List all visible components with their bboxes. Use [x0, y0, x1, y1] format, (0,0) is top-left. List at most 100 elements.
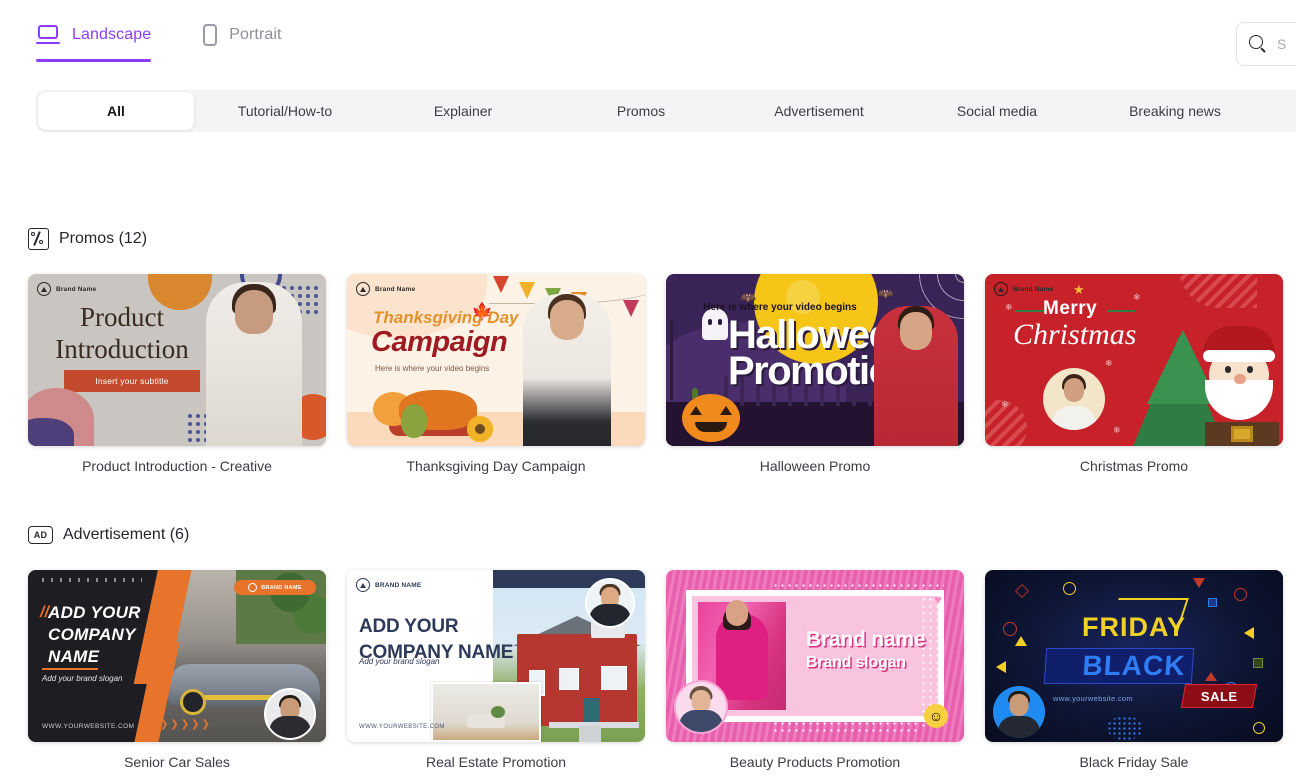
section-title-promos: Promos (12) [59, 230, 148, 247]
template-thumbnail[interactable]: Thanksgiving Day 🍁 Campaign Here is wher… [347, 274, 645, 446]
presenter-figure [523, 294, 611, 446]
thumb-title: Brand name [806, 628, 926, 651]
category-tab-explainer-label: Explainer [433, 103, 493, 119]
decor-shape [1208, 598, 1217, 607]
snowflake-icon: ❄ [1001, 399, 1009, 409]
thumb-website: WWW.YOURWEBSITE.COM [42, 723, 135, 730]
brand-badge: BRAND NAME [356, 578, 421, 592]
decor-stripes [1179, 274, 1257, 308]
brand-label: Brand Name [375, 285, 416, 293]
orientation-tab-bar: Landscape Portrait [0, 0, 1296, 70]
ad-icon: AD [28, 526, 53, 544]
decor-shape [1234, 588, 1247, 601]
thumb-subtitle: Here is where your video begins [375, 364, 490, 373]
search-placeholder: S [1277, 36, 1287, 52]
template-caption: Beauty Products Promotion [729, 754, 901, 770]
section-header-promos: Promos (12) [28, 228, 147, 250]
template-caption: Christmas Promo [1079, 458, 1189, 474]
thumb-title-line2: Introduction [55, 333, 189, 364]
thumb-title-line1: Merry [1043, 298, 1098, 319]
thumb-subtitle: Insert your subtitle [64, 370, 200, 392]
star-icon: ★ [1073, 282, 1085, 297]
category-tab-breaking-news-label: Breaking news [1129, 103, 1221, 119]
thumb-website: www.yourwebsite.com [1053, 694, 1133, 703]
decor-shape [1253, 658, 1263, 668]
template-thumbnail[interactable]: ✳ Product Introduction Insert your subti… [28, 274, 326, 446]
snowflake-icon: ❄ [1113, 425, 1121, 435]
section-title-advertisement: Advertisement (6) [63, 526, 190, 543]
category-tab-all-label: All [107, 103, 125, 119]
template-thumbnail[interactable]: 🦇 🦇 Here is where your video begins Hall… [666, 274, 964, 446]
decor-shape [1193, 578, 1205, 588]
brand-logo-icon [37, 282, 51, 296]
decor-dots [42, 578, 142, 582]
template-caption: Real Estate Promotion [425, 754, 567, 770]
category-tab-advertisement-label: Advertisement [774, 103, 864, 119]
avatar [993, 686, 1045, 738]
template-thumbnail[interactable]: ❄ ❄ ❄ ❄ ❄ ★ Merry Christmas Brand Name [985, 274, 1283, 446]
template-thumbnail[interactable]: FRIDAY BLACK SALE www.yourwebsite.com [985, 570, 1283, 742]
template-card-senior-car-sales[interactable]: // ADD YOUR COMPANY NAME Add your brand … [28, 570, 326, 770]
decor-shape [996, 661, 1006, 673]
decor-dots [772, 582, 920, 594]
phone-icon [203, 24, 218, 46]
avatar [674, 680, 728, 734]
presenter-figure [874, 306, 958, 446]
template-card-halloween[interactable]: 🦇 🦇 Here is where your video begins Hall… [666, 274, 964, 474]
category-tab-advertisement[interactable]: Advertisement [730, 90, 908, 132]
laptop-icon [36, 25, 60, 45]
template-thumbnail[interactable]: ADD YOUR COMPANY NAME Add your brand slo… [347, 570, 645, 742]
search-input[interactable]: S [1236, 22, 1296, 66]
template-card-christmas[interactable]: ❄ ❄ ❄ ❄ ❄ ★ Merry Christmas Brand Name C… [985, 274, 1283, 474]
presenter-figure [206, 282, 302, 446]
category-tab-all[interactable]: All [38, 92, 194, 130]
category-tab-promos[interactable]: Promos [552, 90, 730, 132]
thumb-subtitle: Add your brand slogan [42, 674, 123, 683]
brand-logo-icon [994, 282, 1008, 296]
tab-landscape[interactable]: Landscape [36, 0, 152, 70]
template-caption: Halloween Promo [759, 458, 871, 474]
sale-badge-label: SALE [1200, 688, 1238, 704]
brand-label: Brand Name [1013, 285, 1054, 293]
tab-portrait[interactable]: Portrait [203, 0, 281, 70]
template-card-real-estate[interactable]: ADD YOUR COMPANY NAME Add your brand slo… [347, 570, 645, 770]
brand-badge: Brand Name [994, 282, 1053, 296]
decor-shape [1014, 583, 1030, 599]
category-tab-explainer[interactable]: Explainer [374, 90, 552, 132]
avatar [585, 578, 635, 628]
brand-label: BRAND NAME [261, 584, 302, 591]
tab-landscape-label: Landscape [72, 26, 152, 43]
brand-logo-icon [248, 583, 258, 592]
snowflake-icon: ❄ [1105, 358, 1113, 368]
brand-badge: BRAND NAME [234, 580, 316, 595]
template-thumbnail[interactable]: // ADD YOUR COMPANY NAME Add your brand … [28, 570, 326, 742]
brand-badge: Brand Name [356, 282, 415, 296]
template-caption: Product Introduction - Creative [82, 458, 272, 474]
category-tab-tutorial[interactable]: Tutorial/How-to [196, 90, 374, 132]
decor-tree [670, 320, 673, 400]
coupon-icon [28, 228, 49, 250]
thumb-subtitle: Brand slogan [806, 654, 906, 671]
template-caption: Thanksgiving Day Campaign [406, 458, 586, 474]
brand-label: Brand Name [56, 285, 97, 293]
feast-illustration [371, 376, 501, 442]
category-tab-tutorial-label: Tutorial/How-to [237, 103, 333, 119]
snowflake-icon: ❄ [1005, 302, 1013, 312]
decor-rule [1015, 310, 1043, 312]
template-card-beauty-products[interactable]: Brand name Brand slogan ♥ ♥ ☺ Beauty Pro… [666, 570, 964, 770]
thumb-title-line2: BLACK [1081, 650, 1187, 681]
template-card-black-friday[interactable]: FRIDAY BLACK SALE www.yourwebsite.com Bl… [985, 570, 1283, 770]
template-thumbnail[interactable]: Brand name Brand slogan ♥ ♥ ☺ [666, 570, 964, 742]
thumb-website: WWW.YOURWEBSITE.COM [359, 724, 445, 730]
brand-logo-icon [356, 282, 370, 296]
template-card-product-introduction[interactable]: ✳ Product Introduction Insert your subti… [28, 274, 326, 474]
thumb-title-line1: FRIDAY [1081, 612, 1187, 642]
template-card-thanksgiving[interactable]: Thanksgiving Day 🍁 Campaign Here is wher… [347, 274, 645, 474]
category-tab-bar: All Tutorial/How-to Explainer Promos Adv… [36, 90, 1296, 132]
section-header-advertisement: AD Advertisement (6) [28, 526, 189, 544]
decor-dots [772, 720, 920, 732]
bat-icon: 🦇 [877, 286, 894, 301]
category-tab-social-media[interactable]: Social media [908, 90, 1086, 132]
category-tab-breaking-news[interactable]: Breaking news [1086, 90, 1264, 132]
avatar [264, 688, 316, 740]
